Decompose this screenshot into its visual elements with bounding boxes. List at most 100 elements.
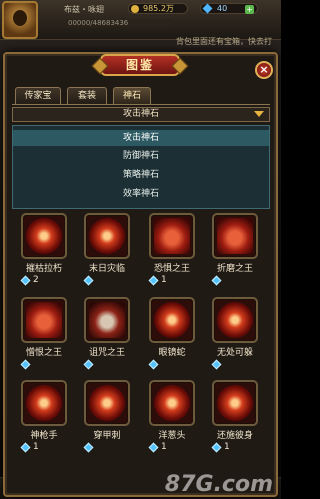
chevron-down-icon xyxy=(254,111,264,117)
stone-count: 1 xyxy=(211,442,252,453)
stone-name: 摧枯拉朽 xyxy=(25,264,62,274)
stone-count-value: 1 xyxy=(161,275,167,285)
option-strategy[interactable]: 策略神石 xyxy=(13,167,269,183)
stone-name: 憎恨之王 xyxy=(25,348,62,358)
stone-card[interactable]: 神枪手 1 xyxy=(17,380,71,458)
stone-count: 1 xyxy=(148,442,189,453)
fire-spirit-icon xyxy=(217,385,253,421)
stone-card[interactable]: 摧枯拉朽 2 xyxy=(17,213,71,291)
demon-face-icon xyxy=(26,302,62,338)
serpent-icon xyxy=(154,302,190,338)
claw-icon xyxy=(89,385,125,421)
gem-icon xyxy=(211,359,222,370)
option-defense[interactable]: 防御神石 xyxy=(13,148,269,164)
gem-icon xyxy=(20,442,31,453)
stone-frame xyxy=(149,297,195,343)
stone-name: 末日灾临 xyxy=(88,264,125,274)
fire-ring-icon xyxy=(26,218,62,254)
gold-counter: 985.2万 xyxy=(128,3,188,14)
stone-card[interactable]: 恐惧之王 1 xyxy=(145,213,199,291)
stone-name: 诅咒之王 xyxy=(88,348,125,358)
stone-card[interactable]: 还施彼身 1 xyxy=(208,380,262,458)
stone-count: 2 xyxy=(20,275,61,286)
watermark: 87G.com xyxy=(164,472,273,497)
stone-count xyxy=(20,359,61,370)
tab-stone[interactable]: 神石 xyxy=(113,87,151,105)
stone-count xyxy=(83,442,124,453)
add-gems-button[interactable]: + xyxy=(245,5,254,14)
gem-icon xyxy=(83,359,94,370)
stone-frame xyxy=(84,380,130,426)
stone-card[interactable]: 末日灾临 xyxy=(80,213,134,291)
stone-name: 神枪手 xyxy=(30,431,58,441)
player-avatar[interactable] xyxy=(2,1,38,39)
stone-frame xyxy=(84,297,130,343)
option-efficiency[interactable]: 效率神石 xyxy=(13,186,269,202)
tab-divider xyxy=(12,104,270,105)
stone-count xyxy=(83,359,124,370)
demon-face-icon xyxy=(89,302,125,338)
gem-icon xyxy=(148,275,159,286)
stone-frame xyxy=(149,213,195,259)
stone-frame xyxy=(21,213,67,259)
stone-name: 还施彼身 xyxy=(216,431,253,441)
stone-card[interactable]: 无处可躲 xyxy=(208,297,262,375)
flame-icon xyxy=(26,385,62,421)
stone-type-select[interactable]: 攻击神石 xyxy=(12,107,270,122)
stone-count: 1 xyxy=(20,442,61,453)
stone-card[interactable]: 眼镜蛇 xyxy=(145,297,199,375)
gem-icon xyxy=(211,275,222,286)
stone-count xyxy=(83,275,124,286)
player-name: 布兹・咏翅 xyxy=(64,5,104,14)
stone-count: 1 xyxy=(148,275,189,286)
gem-count: 40 xyxy=(217,4,228,13)
stone-card[interactable]: 憎恨之王 xyxy=(17,297,71,375)
gem-icon xyxy=(211,442,222,453)
stone-card[interactable]: 折磨之王 xyxy=(208,213,262,291)
stone-frame xyxy=(21,297,67,343)
gem-icon xyxy=(148,359,159,370)
stone-frame xyxy=(212,297,258,343)
stone-card[interactable]: 穿甲刺 xyxy=(80,380,134,458)
burst-icon xyxy=(154,385,190,421)
stone-count xyxy=(211,359,252,370)
stone-name: 恐惧之王 xyxy=(153,264,190,274)
stone-name: 洋葱头 xyxy=(158,431,186,441)
stone-count-value: 1 xyxy=(33,442,39,452)
tab-set[interactable]: 套装 xyxy=(67,87,107,105)
gem-counter: 40 + xyxy=(200,3,258,14)
stone-card[interactable]: 诅咒之王 xyxy=(80,297,134,375)
exp-bar: 00000/48683436 xyxy=(64,19,174,27)
stone-card[interactable]: 洋葱头 1 xyxy=(145,380,199,458)
dialog-title: 图鉴 xyxy=(100,54,180,76)
stone-count-value: 2 xyxy=(33,275,39,285)
demon-face-icon xyxy=(154,218,190,254)
fire-vortex-icon xyxy=(89,218,125,254)
select-value: 攻击神石 xyxy=(122,109,159,119)
hint-text: 背包里面还有宝箱，快去打 xyxy=(176,37,272,46)
close-button[interactable]: × xyxy=(255,61,273,79)
top-hud: 布兹・咏翅 985.2万 40 + 00000/48683436 xyxy=(0,0,281,40)
select-options: 攻击神石 防御神石 策略神石 效率神石 xyxy=(12,125,270,209)
gem-icon xyxy=(20,359,31,370)
tab-heirloom[interactable]: 传家宝 xyxy=(15,87,61,105)
option-attack[interactable]: 攻击神石 xyxy=(13,130,269,146)
stone-frame xyxy=(21,380,67,426)
stone-name: 无处可躲 xyxy=(216,348,253,358)
stone-name: 折磨之王 xyxy=(216,264,253,274)
stone-frame xyxy=(212,213,258,259)
gem-icon xyxy=(83,442,94,453)
stone-count-value: 1 xyxy=(161,442,167,452)
gem-icon xyxy=(83,275,94,286)
stone-name: 穿甲刺 xyxy=(93,431,121,441)
stone-count-value: 1 xyxy=(224,442,230,452)
demon-face-icon xyxy=(217,218,253,254)
stone-frame xyxy=(84,213,130,259)
gem-icon xyxy=(20,275,31,286)
stone-frame xyxy=(212,380,258,426)
stone-count xyxy=(148,359,189,370)
gem-icon xyxy=(148,442,159,453)
stone-name: 眼镜蛇 xyxy=(158,348,186,358)
stone-count xyxy=(211,275,252,286)
stone-frame xyxy=(149,380,195,426)
